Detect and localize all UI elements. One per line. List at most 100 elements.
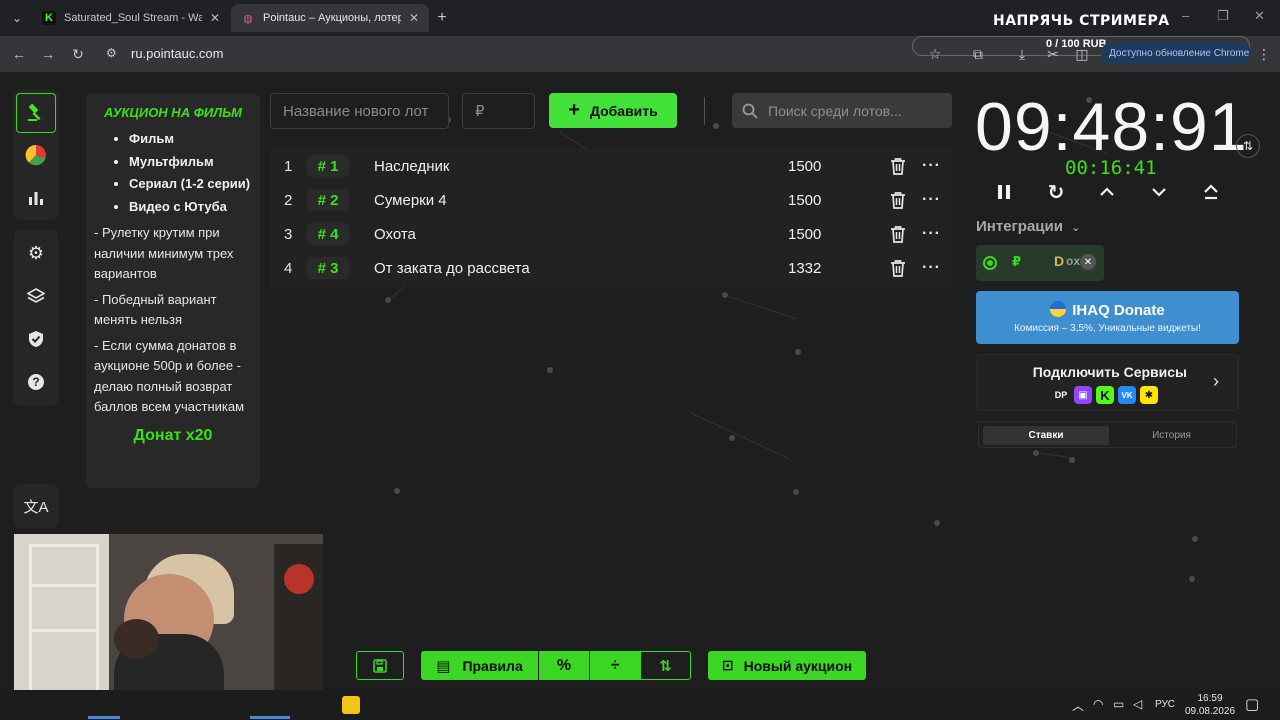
- close-window-icon[interactable]: ✕: [1254, 8, 1265, 24]
- lot-amount[interactable]: 1500: [788, 226, 821, 243]
- back-icon[interactable]: ←: [9, 44, 29, 64]
- chevron-down-icon[interactable]: [1147, 180, 1171, 204]
- volume-icon[interactable]: ◁: [1133, 697, 1142, 711]
- sidebar-item-layers[interactable]: [16, 276, 56, 316]
- lot-position: 1: [284, 157, 293, 175]
- lot-name[interactable]: От заката до рассвета: [374, 260, 530, 277]
- align-center-button[interactable]: ÷: [589, 651, 640, 680]
- maximize-icon[interactable]: ❐: [1217, 8, 1229, 24]
- rules-button[interactable]: ▤ Правила: [421, 651, 538, 680]
- tab-kick-stream[interactable]: K Saturated_Soul Stream - Watch ✕: [32, 4, 230, 32]
- close-tab-icon[interactable]: ✕: [210, 11, 220, 25]
- lot-name[interactable]: Сумерки 4: [374, 192, 447, 209]
- tab-bids[interactable]: Ставки: [983, 426, 1109, 445]
- table-row[interactable]: 3 # 4 Охота 1500 ···: [270, 217, 952, 251]
- windows-taskbar: [0, 690, 1280, 720]
- lot-amount[interactable]: 1500: [788, 192, 821, 209]
- trash-icon[interactable]: [888, 258, 908, 278]
- ihaq-subtitle: Комиссия – 3,5%. Уникальные виджеты!: [1014, 323, 1201, 334]
- lot-search-input[interactable]: Поиск среди лотов...: [732, 93, 952, 128]
- taskbar-clock[interactable]: 16:59 09.08.2026: [1180, 690, 1240, 718]
- lot-amount-input[interactable]: ₽: [462, 93, 535, 129]
- save-button[interactable]: [356, 651, 404, 680]
- lot-name-input[interactable]: Название нового лот: [270, 93, 449, 129]
- bookmark-star-icon[interactable]: ☆: [925, 44, 945, 64]
- tab-title: Saturated_Soul Stream - Watch: [64, 12, 202, 24]
- kick-favicon-icon: K: [42, 11, 56, 25]
- lot-amount[interactable]: 1500: [788, 158, 821, 175]
- sort-arrows-icon: ⇅: [659, 657, 672, 675]
- more-options-icon[interactable]: ···: [922, 157, 941, 175]
- sidebar-item-security[interactable]: [16, 319, 56, 359]
- table-row[interactable]: 2 # 2 Сумерки 4 1500 ···: [270, 183, 952, 217]
- lot-name[interactable]: Охота: [374, 226, 416, 243]
- integrations-header[interactable]: Интеграции ⌄: [976, 218, 1080, 235]
- more-options-icon[interactable]: ···: [922, 259, 941, 277]
- swap-vertical-icon[interactable]: ⇅: [1236, 134, 1260, 158]
- lot-amount[interactable]: 1332: [788, 260, 821, 277]
- reload-icon[interactable]: ↻: [68, 44, 88, 64]
- sidebar-item-settings[interactable]: ⚙: [16, 233, 56, 273]
- profile-icon[interactable]: ◫: [1072, 44, 1092, 64]
- language-indicator[interactable]: РУС: [1155, 699, 1175, 710]
- new-tab-button[interactable]: +: [431, 7, 453, 29]
- tray-overflow-icon[interactable]: ︿: [1072, 697, 1084, 714]
- new-auction-button[interactable]: ⊡ Новый аукцион: [708, 651, 866, 680]
- pause-icon[interactable]: [992, 180, 1016, 204]
- trash-icon[interactable]: [888, 224, 908, 244]
- sort-button[interactable]: ⇅: [640, 651, 691, 680]
- bar-chart-icon: [29, 192, 43, 205]
- add-lot-label: Добавить: [589, 102, 658, 119]
- forward-icon[interactable]: →: [38, 44, 58, 64]
- percent-icon: %: [556, 656, 572, 674]
- site-info-icon[interactable]: ⚙: [106, 46, 117, 60]
- tab-history[interactable]: История: [1109, 426, 1234, 445]
- minimize-icon[interactable]: –: [1182, 8, 1189, 23]
- ihaq-donate-banner[interactable]: IHAQ Donate Комиссия – 3,5%. Уникальные …: [976, 291, 1239, 344]
- download-icon[interactable]: ⤓: [1012, 44, 1032, 64]
- twitch-icon: ▣: [1074, 386, 1092, 404]
- lot-name[interactable]: Наследник: [374, 158, 449, 175]
- sidebar-item-stats[interactable]: [16, 178, 56, 218]
- table-row[interactable]: 4 # 3 От заката до рассвета 1332 ···: [270, 251, 952, 285]
- chrome-update-button[interactable]: Доступно обновление Chrome: [1101, 42, 1251, 64]
- sidebar-item-wheel[interactable]: [16, 135, 56, 175]
- ruble-service-icon[interactable]: ₽: [1012, 254, 1021, 270]
- chevron-up-icon[interactable]: [1095, 180, 1119, 204]
- address-bar[interactable]: ru.pointauc.com: [131, 46, 224, 61]
- sidebar-item-auction[interactable]: [16, 93, 56, 133]
- rules-note: - Если сумма донатов в аукционе 500р и б…: [94, 337, 245, 415]
- percent-button[interactable]: %: [538, 651, 589, 680]
- file-explorer-icon[interactable]: [342, 696, 360, 714]
- translate-icon[interactable]: 文A: [16, 486, 56, 526]
- help-icon: ?: [28, 374, 44, 390]
- trash-icon[interactable]: [888, 190, 908, 210]
- tab-search-button[interactable]: ⌄: [6, 7, 28, 29]
- notifications-icon[interactable]: ▢: [1245, 695, 1259, 713]
- display-icon[interactable]: ▭: [1113, 697, 1124, 711]
- auction-timer: 09:48:91: [975, 89, 1248, 165]
- restart-icon[interactable]: ↻: [1044, 180, 1068, 204]
- svg-text:?: ?: [32, 375, 39, 389]
- remove-icon[interactable]: ✕: [1080, 254, 1096, 270]
- new-auction-icon: ⊡: [721, 657, 734, 673]
- plus-icon: +: [568, 99, 580, 121]
- connect-services-card[interactable]: Подключить Сервисы DP ▣ K VK ✱ ›: [976, 354, 1239, 411]
- rules-list-item: Фильм: [129, 128, 252, 151]
- extensions-icon[interactable]: ⧉: [968, 44, 988, 64]
- double-chevron-up-icon[interactable]: [1199, 180, 1223, 204]
- table-row[interactable]: 1 # 1 Наследник 1500 ···: [270, 149, 952, 183]
- more-options-icon[interactable]: ···: [922, 191, 941, 209]
- close-tab-icon[interactable]: ✕: [409, 11, 419, 25]
- trash-icon[interactable]: [888, 156, 908, 176]
- tab-pointauc[interactable]: ◍ Pointauc – Аукционы, лотереи ✕: [231, 4, 429, 32]
- add-lot-button[interactable]: + Добавить: [549, 93, 677, 128]
- cut-icon[interactable]: ✂: [1043, 44, 1063, 64]
- sidebar-main-nav: [14, 90, 58, 220]
- wifi-icon[interactable]: ◠: [1093, 697, 1103, 711]
- donationalerts-icon[interactable]: D: [1054, 253, 1064, 269]
- more-options-icon[interactable]: ···: [922, 225, 941, 243]
- menu-dots-icon[interactable]: ⋮: [1254, 44, 1274, 64]
- donatex-icon[interactable]: ox: [1066, 254, 1080, 268]
- sidebar-item-help[interactable]: ?: [16, 362, 56, 402]
